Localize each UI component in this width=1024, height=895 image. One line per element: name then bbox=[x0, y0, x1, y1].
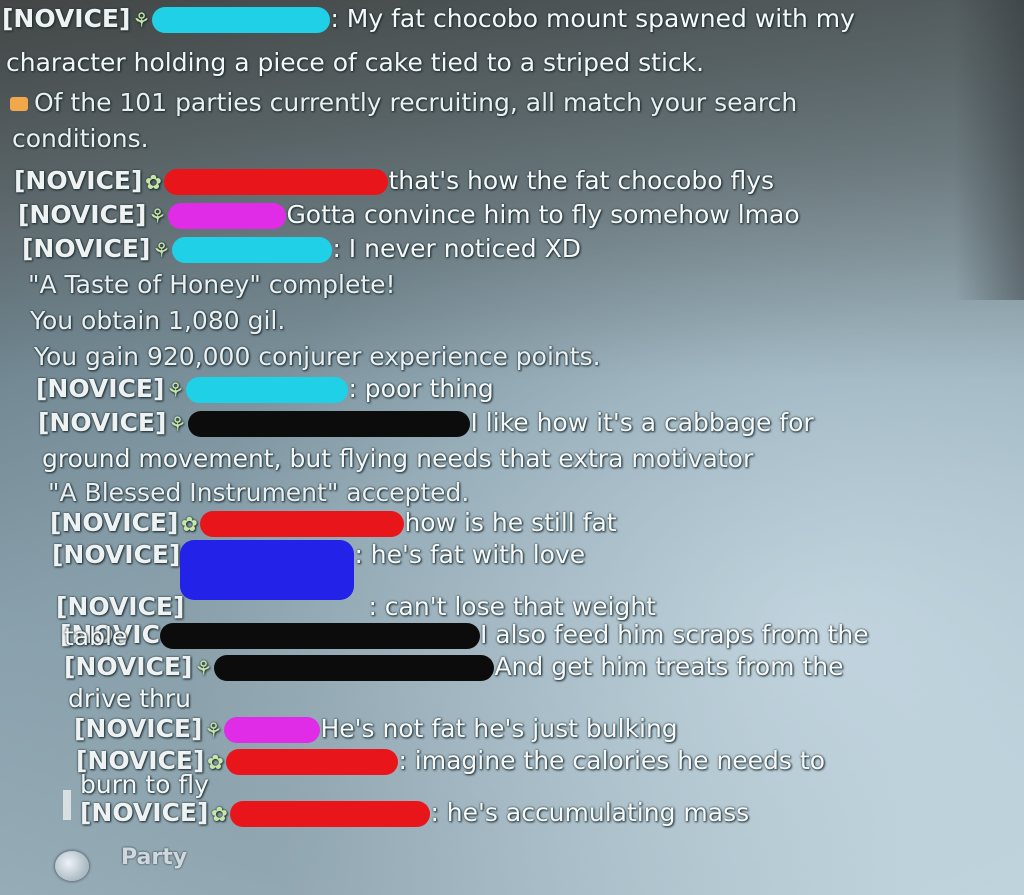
chat-message: [NOVICE] ⚘ I like how it's a cabbage for bbox=[38, 408, 814, 439]
system-message: "A Blessed Instrument" accepted. bbox=[48, 478, 470, 507]
sprout-icon: ⚘ bbox=[148, 204, 167, 228]
novice-tag: [NOVICE] bbox=[14, 166, 143, 195]
redacted-name bbox=[200, 511, 405, 537]
novice-tag: [NOVICE] bbox=[64, 652, 193, 681]
chat-message: [NOVICE] ⚘ Gotta convince him to fly someh… bbox=[18, 200, 800, 231]
speech-bubble-icon[interactable] bbox=[55, 851, 89, 881]
sprout-icon: ⚘ bbox=[166, 378, 185, 402]
message-text: : I never noticed XD bbox=[332, 234, 581, 263]
chat-message: [NOVIC I also feed him scraps from the bbox=[60, 620, 869, 650]
chat-message: [NOVICE] ✿ that's how the fat chocobo flys bbox=[14, 166, 774, 197]
message-text: : he's fat with love bbox=[354, 540, 586, 569]
redacted-name bbox=[186, 377, 349, 403]
message-text: how is he still fat bbox=[404, 508, 617, 537]
novice-tag: [NOVICE] bbox=[56, 592, 185, 621]
message-text: : My fat chocobo mount spawned with my bbox=[330, 4, 855, 33]
chat-message: [NOVICE] : can't lose that weight bbox=[56, 592, 656, 622]
chat-message: [NOVICE] ⚘ : poor thing bbox=[36, 374, 494, 405]
novice-tag: [NOVICE] bbox=[22, 234, 151, 263]
message-text: He's not fat he's just bulking bbox=[320, 714, 678, 743]
chat-channel-label[interactable]: Party bbox=[121, 845, 187, 870]
message-continuation: ground movement, but flying needs that e… bbox=[42, 444, 754, 473]
redacted-name bbox=[172, 237, 333, 263]
chat-message: [NOVICE] ✿ how is he still fat bbox=[50, 508, 617, 539]
flower-icon: ✿ bbox=[211, 802, 228, 826]
message-text: : he's accumulating mass bbox=[430, 798, 750, 827]
message-continuation: burn to fly bbox=[80, 770, 209, 799]
flower-icon: ✿ bbox=[145, 170, 162, 194]
redacted-name bbox=[152, 7, 331, 33]
redacted-name bbox=[184, 595, 368, 621]
arrow-icon bbox=[10, 97, 28, 111]
redacted-name bbox=[164, 169, 389, 195]
redacted-name bbox=[214, 655, 495, 681]
novice-tag: [NOVICE] bbox=[2, 4, 131, 33]
message-text: I like how it's a cabbage for bbox=[470, 408, 814, 437]
redacted-name bbox=[226, 749, 399, 775]
novice-tag: [NOVICE] bbox=[50, 508, 179, 537]
message-text: And get him treats from the bbox=[494, 652, 844, 681]
chat-message: [NOVICE] : he's fat with love bbox=[52, 540, 585, 600]
redacted-name bbox=[180, 540, 355, 600]
chat-input-bar[interactable]: Party bbox=[55, 845, 755, 889]
novice-tag: [NOVICE] bbox=[52, 540, 181, 569]
redacted-name bbox=[159, 623, 480, 649]
system-message: "A Taste of Honey" complete! bbox=[28, 270, 396, 299]
novice-tag: [NOVICE] bbox=[18, 200, 147, 229]
message-continuation: character holding a piece of cake tied t… bbox=[6, 48, 705, 77]
sprout-icon: ⚘ bbox=[194, 656, 213, 680]
system-message: You gain 920,000 conjurer experience poi… bbox=[34, 342, 601, 371]
chat-message: [NOVICE] ⚘ : I never noticed XD bbox=[22, 234, 581, 265]
system-message: Of the 101 parties currently recruiting,… bbox=[10, 88, 797, 118]
redacted-name bbox=[168, 203, 287, 229]
sprout-icon: ⚘ bbox=[168, 412, 187, 436]
chat-message: [NOVICE] ⚘ And get him treats from the bbox=[64, 652, 843, 683]
sprout-icon: ⚘ bbox=[152, 238, 171, 262]
message-text: Gotta convince him to fly somehow lmao bbox=[286, 200, 800, 229]
redacted-name bbox=[230, 801, 431, 827]
system-continuation: conditions. bbox=[12, 124, 149, 153]
message-continuation: table bbox=[64, 622, 128, 651]
chat-log: [NOVICE] ⚘: My fat chocobo mount spawned … bbox=[0, 0, 1024, 895]
novice-tag: [NOVICE] bbox=[74, 714, 203, 743]
novice-tag: [NOVICE] bbox=[38, 408, 167, 437]
system-text: Of the 101 parties currently recruiting,… bbox=[34, 88, 798, 117]
flower-icon: ✿ bbox=[181, 512, 198, 536]
chat-message: [NOVICE] ⚘ : My fat chocobo mount spawned … bbox=[2, 4, 855, 35]
novice-tag: [NOVICE] bbox=[36, 374, 165, 403]
system-message: You obtain 1,080 gil. bbox=[30, 306, 286, 335]
chat-scrollbar[interactable] bbox=[63, 790, 71, 820]
message-text: : poor thing bbox=[348, 374, 494, 403]
redacted-name bbox=[224, 717, 321, 743]
message-text: I also feed him scraps from the bbox=[479, 620, 869, 649]
chat-message: [NOVICE] ⚘ He's not fat he's just bulking bbox=[74, 714, 678, 745]
redacted-name bbox=[188, 411, 471, 437]
sprout-icon: ⚘ bbox=[132, 8, 151, 32]
chat-message: [NOVICE] ✿ : he's accumulating mass bbox=[80, 798, 749, 829]
message-continuation: drive thru bbox=[68, 684, 191, 713]
message-text: : can't lose that weight bbox=[368, 592, 656, 621]
novice-tag: [NOVICE] bbox=[80, 798, 209, 827]
message-text: : imagine the calories he needs to bbox=[398, 746, 825, 775]
sprout-icon: ⚘ bbox=[204, 718, 223, 742]
message-text: that's how the fat chocobo flys bbox=[388, 166, 775, 195]
